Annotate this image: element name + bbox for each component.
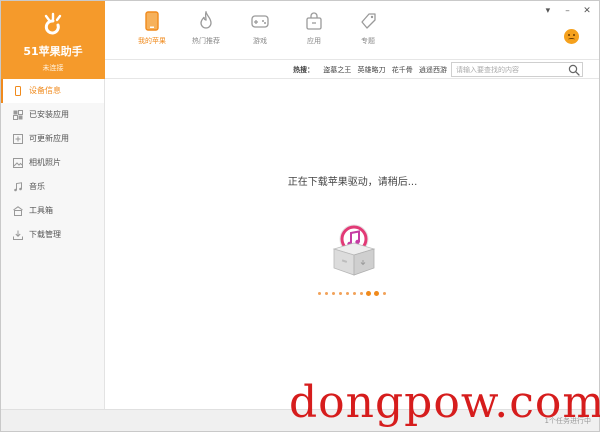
tab-games[interactable]: 游戏 — [235, 11, 285, 51]
loading-dot — [360, 292, 363, 295]
sidebar-item-label: 音乐 — [29, 182, 45, 191]
sidebar-item-music[interactable]: 音乐 — [1, 175, 104, 199]
tab-my-apple[interactable]: 我的苹果 — [127, 11, 177, 51]
sidebar-item-download-manager[interactable]: 下载管理 — [1, 223, 104, 247]
sidebar-item-toolbox[interactable]: 工具箱 — [1, 199, 104, 223]
hot-search-item[interactable]: 盗墓之王 — [323, 66, 351, 74]
loading-dot — [325, 292, 328, 295]
sidebar-item-device-info[interactable]: 设备信息 — [1, 79, 104, 103]
loading-dot — [318, 292, 321, 295]
music-icon — [14, 182, 22, 192]
loading-dot-active — [366, 291, 371, 296]
search-icon[interactable] — [568, 64, 580, 76]
phone-icon — [145, 11, 159, 31]
menu-dropdown-icon[interactable]: ▾ — [542, 5, 554, 17]
sidebar-item-label: 已安装应用 — [29, 110, 69, 119]
sidebar-item-label: 设备信息 — [29, 86, 61, 95]
loading-dot — [332, 292, 335, 295]
hot-search-item[interactable]: 英雄略刀 — [358, 66, 386, 74]
tab-label: 游戏 — [253, 37, 267, 45]
top-nav: 我的苹果 热门推荐 游戏 应用 专题 ▾ – ✕ — [105, 1, 599, 59]
tab-label: 我的苹果 — [138, 37, 166, 45]
hot-search-item[interactable]: 花千骨 — [392, 66, 413, 74]
tab-topics[interactable]: 专题 — [343, 11, 393, 51]
tab-label: 应用 — [307, 37, 321, 45]
loading-dot — [383, 292, 386, 295]
search-input[interactable] — [452, 63, 564, 76]
sidebar-item-installed-apps[interactable]: 已安装应用 — [1, 103, 104, 127]
search-row: 热搜： 盗墓之王 英雄略刀 花千骨 逍遥西游 — [105, 59, 599, 79]
toolbox-icon — [13, 206, 23, 216]
loading-dot — [346, 292, 349, 295]
photo-icon — [13, 158, 23, 168]
tab-apps[interactable]: 应用 — [289, 11, 339, 51]
app-title: 51苹果助手 — [23, 45, 83, 58]
hot-searches: 热搜： 盗墓之王 英雄略刀 花千骨 逍遥西游 — [293, 65, 447, 75]
loading-dot — [339, 292, 342, 295]
tag-icon — [361, 13, 376, 29]
device-icon — [15, 86, 21, 96]
hot-search-label: 热搜： — [293, 66, 315, 74]
app-logo-icon — [44, 12, 62, 35]
loading-indicator — [318, 291, 388, 297]
connection-status[interactable]: 未连接 — [1, 63, 105, 73]
sidebar-item-label: 可更新应用 — [29, 134, 69, 143]
sidebar-item-label: 下载管理 — [29, 230, 61, 239]
close-button[interactable]: ✕ — [581, 5, 593, 17]
sidebar: 设备信息 已安装应用 可更新应用 相机照片 音乐 工具箱 下载管理 — [1, 79, 105, 409]
brand-panel: 51苹果助手 未连接 — [1, 1, 105, 79]
tab-hot-recommend[interactable]: 热门推荐 — [181, 11, 231, 51]
download-status-message: 正在下载苹果驱动，请稍后... — [287, 177, 418, 188]
update-icon — [13, 134, 23, 144]
download-icon — [13, 230, 23, 240]
main-content: 正在下载苹果驱动，请稍后... — [106, 80, 599, 409]
window-controls: ▾ – ✕ — [537, 5, 593, 17]
sidebar-item-label: 工具箱 — [29, 206, 53, 215]
search-box — [451, 62, 583, 77]
app-window: 51苹果助手 未连接 我的苹果 热门推荐 游戏 应用 专题 ▾ – ✕ 热搜： … — [0, 0, 600, 432]
loading-dot — [353, 292, 356, 295]
gamepad-icon — [251, 15, 269, 28]
flame-icon — [200, 11, 212, 29]
user-avatar-icon[interactable] — [564, 29, 579, 44]
hot-search-item[interactable]: 逍遥西游 — [419, 66, 447, 74]
sidebar-item-updatable-apps[interactable]: 可更新应用 — [1, 127, 104, 151]
tab-label: 热门推荐 — [192, 37, 220, 45]
minimize-button[interactable]: – — [561, 5, 573, 17]
watermark: dongpow.com — [289, 377, 600, 428]
tab-label: 专题 — [361, 37, 375, 45]
itunes-driver-box-icon — [332, 224, 376, 276]
shopping-bag-icon — [306, 12, 322, 30]
sidebar-item-label: 相机照片 — [29, 158, 61, 167]
apps-icon — [13, 110, 23, 120]
sidebar-item-camera-photos[interactable]: 相机照片 — [1, 151, 104, 175]
loading-dot-active — [374, 291, 379, 296]
